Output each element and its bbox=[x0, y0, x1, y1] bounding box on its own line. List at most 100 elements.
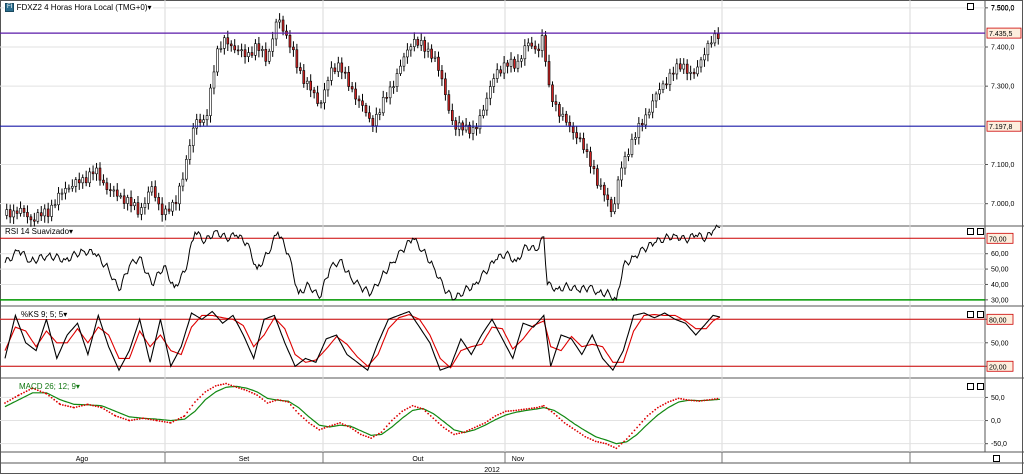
macd-point bbox=[615, 447, 618, 450]
macd-point bbox=[620, 442, 623, 445]
rsi-panel-header[interactable]: RSI 14 Suavizado▾ bbox=[4, 227, 75, 236]
dropdown-arrow-icon[interactable]: ▾ bbox=[63, 310, 67, 319]
stoch-panel-maximize-button[interactable] bbox=[967, 311, 974, 318]
candle-body bbox=[129, 197, 133, 207]
year-label: 2012 bbox=[484, 467, 500, 474]
macd-point bbox=[53, 398, 56, 401]
macd-panel-header[interactable]: MACD 26; 12; 9▾ bbox=[18, 382, 81, 391]
macd-point bbox=[100, 406, 103, 409]
macd-point bbox=[11, 397, 14, 400]
macd-point bbox=[664, 402, 667, 405]
timeline-scroll-button[interactable] bbox=[993, 455, 1000, 462]
y-tick-label: 7.300,0 bbox=[991, 84, 1014, 91]
candle-body bbox=[364, 105, 368, 114]
macd-point bbox=[398, 412, 401, 415]
candle-body bbox=[71, 186, 74, 189]
macd-point bbox=[396, 415, 398, 417]
macd-point bbox=[703, 399, 706, 402]
candle-body bbox=[84, 177, 88, 184]
candle-body bbox=[302, 70, 306, 84]
candle-body bbox=[122, 195, 126, 204]
candle-body bbox=[67, 187, 71, 190]
macd-panel-maximize-button[interactable] bbox=[967, 383, 974, 390]
macd-point bbox=[669, 400, 672, 403]
candle-body bbox=[216, 48, 219, 73]
dropdown-arrow-icon[interactable]: ▾ bbox=[69, 227, 73, 236]
macd-point bbox=[67, 405, 69, 408]
macd-point bbox=[194, 401, 196, 403]
candle-body bbox=[558, 104, 561, 117]
macd-point bbox=[282, 399, 284, 402]
candle-body bbox=[551, 84, 554, 102]
candle-body bbox=[19, 208, 22, 214]
macd-point bbox=[326, 426, 328, 428]
candle-body bbox=[423, 40, 426, 52]
macd-point bbox=[207, 389, 209, 392]
y-tick-label: 50,00 bbox=[991, 340, 1009, 347]
macd-point bbox=[61, 404, 64, 406]
macd-point bbox=[20, 392, 23, 395]
candle-body bbox=[454, 120, 458, 130]
macd-point bbox=[388, 422, 391, 425]
macd-point bbox=[545, 406, 548, 409]
macd-point bbox=[339, 421, 341, 424]
macd-point bbox=[458, 432, 461, 435]
candle-body bbox=[485, 97, 489, 111]
macd-point bbox=[318, 428, 321, 431]
y-tick-label: 7.100,0 bbox=[991, 162, 1014, 169]
price-panel-maximize-button[interactable] bbox=[967, 3, 974, 10]
rsi-panel-maximize-button[interactable] bbox=[967, 228, 974, 235]
macd-point bbox=[434, 419, 437, 422]
candle-body bbox=[205, 115, 209, 121]
candle-body bbox=[226, 37, 230, 45]
macd-point bbox=[479, 424, 481, 427]
macd-point bbox=[497, 413, 499, 416]
macd-point bbox=[235, 386, 238, 389]
candle-body bbox=[12, 210, 15, 218]
candle-body bbox=[395, 73, 399, 87]
candle-body bbox=[64, 188, 67, 194]
macd-point bbox=[163, 420, 166, 423]
candle-body bbox=[305, 80, 309, 84]
stoch-panel-close-button[interactable] bbox=[977, 311, 984, 318]
y-tick-label: -50,0 bbox=[991, 441, 1007, 448]
stoch-panel-header[interactable]: %KS 9; 5; 5▾ bbox=[20, 310, 69, 319]
candle-body bbox=[561, 113, 565, 117]
macd-line bbox=[4, 382, 719, 450]
candle-body bbox=[43, 208, 47, 217]
macd-point bbox=[295, 409, 297, 412]
macd-point bbox=[292, 406, 295, 409]
price-level-label: 7.435,5 bbox=[989, 31, 1012, 38]
candle-body bbox=[340, 62, 344, 73]
macd-panel-close-button[interactable] bbox=[977, 383, 984, 390]
price-panel-header[interactable]: FI FDXZ2 4 Horas Hora Local (TMG+0)▾ bbox=[4, 3, 153, 13]
macd-point bbox=[284, 400, 287, 403]
macd-point bbox=[111, 412, 113, 415]
candle-body bbox=[309, 80, 312, 91]
macd-point bbox=[561, 419, 563, 422]
macd-point bbox=[305, 419, 308, 422]
macd-point bbox=[349, 426, 352, 429]
candle-body bbox=[658, 89, 661, 95]
candle-body bbox=[375, 114, 378, 126]
macd-point bbox=[533, 407, 536, 409]
macd-point bbox=[403, 409, 406, 411]
macd-point bbox=[414, 405, 417, 408]
macd-point bbox=[563, 421, 566, 424]
dropdown-arrow-icon[interactable]: ▾ bbox=[148, 3, 152, 12]
macd-point bbox=[491, 416, 494, 419]
macd-point bbox=[523, 408, 525, 411]
macd-point bbox=[576, 430, 579, 433]
macd-point bbox=[625, 438, 628, 440]
candle-body bbox=[88, 171, 91, 184]
macd-panel-title: MACD 26; 12; 9 bbox=[19, 382, 76, 391]
candle-body bbox=[136, 202, 140, 215]
candle-body bbox=[609, 199, 613, 213]
rsi-panel-close-button[interactable] bbox=[977, 228, 984, 235]
dropdown-arrow-icon[interactable]: ▾ bbox=[76, 382, 80, 391]
candle-body bbox=[164, 208, 167, 215]
candle-body bbox=[419, 40, 423, 46]
macd-point bbox=[489, 418, 492, 421]
macd-point bbox=[711, 398, 714, 401]
candle-body bbox=[471, 126, 475, 134]
